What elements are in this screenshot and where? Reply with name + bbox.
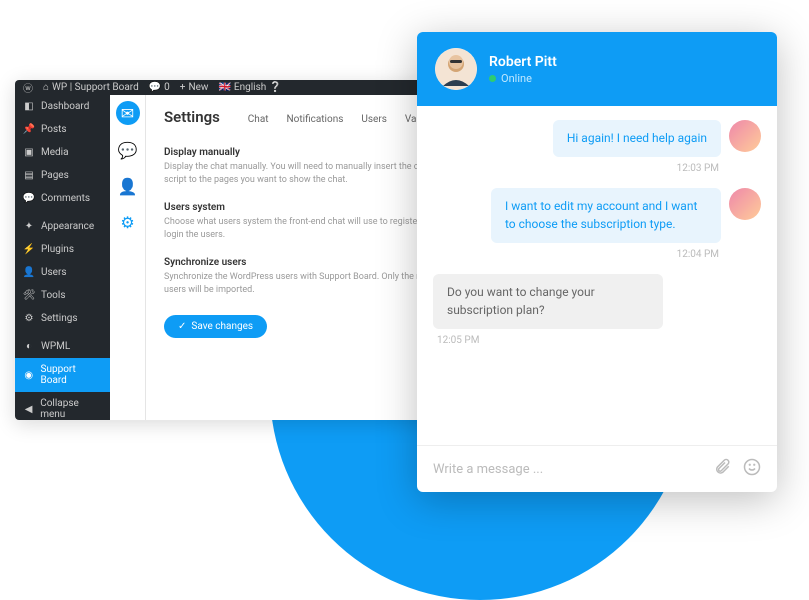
tab-users[interactable]: Users (361, 114, 387, 131)
message-bubble: Do you want to change your subscription … (433, 274, 663, 329)
tab-chat[interactable]: Chat (248, 114, 269, 131)
online-dot-icon (489, 75, 496, 82)
agent-name: Robert Pitt (489, 54, 557, 70)
message-bubble: I want to edit my account and I want to … (491, 188, 721, 243)
brush-icon: ✦ (23, 221, 35, 232)
sidebar-item-media[interactable]: ▣Media (15, 141, 110, 164)
brand-icon[interactable]: ✉ (116, 101, 140, 125)
users-icon: 👤 (23, 267, 35, 278)
sidebar-item-support-board[interactable]: ◉Support Board (15, 358, 110, 392)
sidebar-item-pages[interactable]: ▤Pages (15, 164, 110, 187)
wpml-icon: ◐ (23, 341, 35, 352)
users-tab-icon[interactable]: 👤 (117, 175, 139, 197)
sidebar-item-dashboard[interactable]: ◧Dashboard (15, 95, 110, 118)
lang-switch[interactable]: 🇬🇧 English ❔ (218, 82, 281, 93)
site-link[interactable]: ⌂ WP | Support Board (43, 82, 139, 93)
visitor-avatar (729, 188, 761, 220)
settings-tab-icon[interactable]: ⚙ (117, 211, 139, 233)
collapse-icon: ◀ (23, 404, 34, 415)
sidebar-item-wpml[interactable]: ◐WPML (15, 335, 110, 358)
sidebar-item-plugins[interactable]: ⚡Plugins (15, 238, 110, 261)
message-row: Do you want to change your subscription … (433, 274, 761, 329)
chat-input-bar (417, 445, 777, 492)
gear-icon: ⚙ (23, 313, 35, 324)
tools-icon: 🛠 (23, 290, 35, 301)
message-bubble: Hi again! I need help again (553, 120, 721, 157)
save-button[interactable]: ✓Save changes (164, 315, 267, 338)
agent-status: Online (489, 72, 557, 85)
message-row: Hi again! I need help again (433, 120, 761, 157)
support-board-iconbar: ✉ 💬 👤 ⚙ (110, 95, 146, 420)
agent-avatar (435, 48, 477, 90)
pages-icon: ▤ (23, 170, 35, 181)
wp-logo-icon[interactable]: ⓦ (23, 80, 33, 95)
setting-desc: Synchronize the WordPress users with Sup… (164, 271, 444, 296)
sidebar-collapse[interactable]: ◀Collapse menu (15, 392, 110, 420)
wp-admin-sidebar: ◧Dashboard 📌Posts ▣Media ▤Pages 💬Comment… (15, 95, 110, 420)
pin-icon: 📌 (23, 124, 35, 135)
new-link[interactable]: + New (180, 82, 209, 93)
attachment-icon[interactable] (713, 458, 731, 480)
setting-desc: Display the chat manually. You will need… (164, 161, 444, 186)
check-icon: ✓ (178, 321, 186, 332)
media-icon: ▣ (23, 147, 35, 158)
sidebar-item-appearance[interactable]: ✦Appearance (15, 215, 110, 238)
chat-messages: Hi again! I need help again 12:03 PM I w… (417, 106, 777, 445)
sidebar-item-posts[interactable]: 📌Posts (15, 118, 110, 141)
comments-link[interactable]: 💬 0 (149, 82, 170, 93)
message-time: 12:05 PM (433, 335, 761, 346)
sidebar-item-users[interactable]: 👤Users (15, 261, 110, 284)
support-board-icon: ◉ (23, 370, 35, 381)
sidebar-item-comments[interactable]: 💬Comments (15, 187, 110, 210)
conversations-icon[interactable]: 💬 (117, 139, 139, 161)
message-row: I want to edit my account and I want to … (433, 188, 761, 243)
message-time: 12:04 PM (433, 249, 761, 260)
plug-icon: ⚡ (23, 244, 35, 255)
emoji-icon[interactable] (743, 458, 761, 480)
chat-widget: Robert Pitt Online Hi again! I need help… (417, 32, 777, 492)
sidebar-item-settings[interactable]: ⚙Settings (15, 307, 110, 330)
visitor-avatar (729, 120, 761, 152)
message-time: 12:03 PM (433, 163, 761, 174)
setting-desc: Choose what users system the front-end c… (164, 216, 444, 241)
comments-icon: 💬 (23, 193, 35, 204)
sidebar-item-tools[interactable]: 🛠Tools (15, 284, 110, 307)
tab-notifications[interactable]: Notifications (287, 114, 344, 131)
dashboard-icon: ◧ (23, 101, 35, 112)
chat-header: Robert Pitt Online (417, 32, 777, 106)
message-input[interactable] (433, 462, 701, 477)
page-title: Settings (164, 108, 220, 126)
